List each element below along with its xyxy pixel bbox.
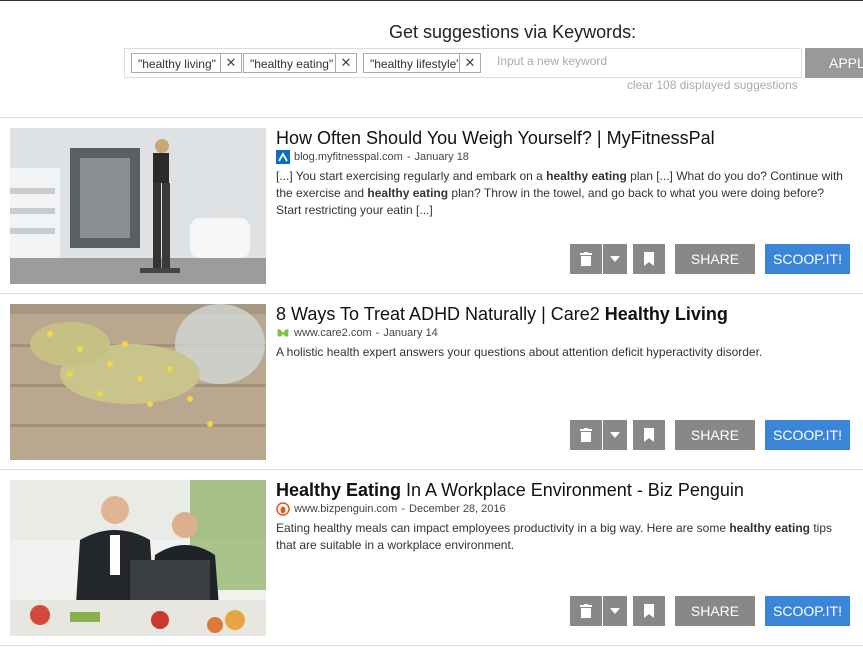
new-keyword-input[interactable]: Input a new keyword	[497, 54, 607, 68]
source-domain[interactable]: www.care2.com	[294, 327, 372, 339]
source-domain[interactable]: www.bizpenguin.com	[294, 503, 397, 515]
more-options-button[interactable]	[603, 244, 627, 274]
top-border	[0, 0, 863, 1]
suggestion-card: 8 Ways To Treat ADHD Naturally | Care2 H…	[0, 294, 863, 470]
suggestion-card: How Often Should You Weigh Yourself? | M…	[0, 118, 863, 294]
delete-button[interactable]	[570, 596, 602, 626]
article-source: blog.myfitnesspal.com - January 18	[276, 150, 469, 164]
article-title[interactable]: How Often Should You Weigh Yourself? | M…	[276, 128, 715, 149]
chevron-down-icon	[610, 608, 620, 614]
article-date: December 28, 2016	[409, 503, 506, 515]
snippet-text: Eating healthy meals can impact employee…	[276, 521, 730, 535]
bookmark-button[interactable]	[633, 244, 665, 274]
suggestion-card: Healthy Eating In A Workplace Environmen…	[0, 470, 863, 646]
snippet-text: A holistic health expert answers your qu…	[276, 345, 763, 359]
article-snippet: A holistic health expert answers your qu…	[276, 344, 852, 361]
remove-tag-icon[interactable]: ✕	[335, 54, 356, 72]
apply-button[interactable]: APPLY	[805, 48, 863, 78]
article-title[interactable]: 8 Ways To Treat ADHD Naturally | Care2 H…	[276, 304, 728, 325]
bookmark-icon	[644, 604, 654, 618]
separator: -	[401, 503, 406, 515]
keywords-title: Get suggestions via Keywords:	[389, 22, 637, 42]
title-text: 8 Ways To Treat ADHD Naturally | Care2	[276, 304, 605, 324]
article-thumbnail[interactable]	[10, 304, 266, 460]
chevron-down-icon	[610, 256, 620, 262]
bookmark-button[interactable]	[633, 596, 665, 626]
clear-suggestions-link[interactable]: clear 108 displayed suggestions	[627, 78, 798, 92]
scoop-it-button[interactable]: SCOOP.IT!	[765, 244, 850, 274]
article-snippet: Eating healthy meals can impact employee…	[276, 520, 852, 554]
delete-button[interactable]	[570, 420, 602, 450]
delete-button[interactable]	[570, 244, 602, 274]
bookmark-button[interactable]	[633, 420, 665, 450]
scoop-it-button[interactable]: SCOOP.IT!	[765, 420, 850, 450]
article-thumbnail[interactable]	[10, 128, 266, 284]
separator: -	[375, 327, 380, 339]
separator: -	[406, 151, 411, 163]
more-options-button[interactable]	[603, 596, 627, 626]
more-options-button[interactable]	[603, 420, 627, 450]
remove-tag-icon[interactable]: ✕	[459, 54, 480, 72]
snippet-highlight: healthy eating	[546, 169, 627, 183]
chevron-down-icon	[610, 432, 620, 438]
trash-icon	[580, 428, 592, 442]
article-title[interactable]: Healthy Eating In A Workplace Environmen…	[276, 480, 744, 501]
myfitnesspal-icon	[276, 150, 290, 164]
article-source: www.care2.com - January 14	[276, 326, 438, 340]
article-date: January 18	[414, 151, 469, 163]
trash-icon	[580, 252, 592, 266]
title-text: In A Workplace Environment - Biz Penguin	[401, 480, 744, 500]
article-snippet: [...] You start exercising regularly and…	[276, 168, 852, 219]
bookmark-icon	[644, 252, 654, 266]
title-text: How Often Should You Weigh Yourself? | M…	[276, 128, 715, 148]
keyword-tag-label: "healthy eating"	[250, 57, 334, 71]
bizpenguin-icon	[276, 502, 290, 516]
care2-butterfly-icon	[276, 326, 290, 340]
scoop-it-button[interactable]: SCOOP.IT!	[765, 596, 850, 626]
keyword-tag: "healthy eating" ✕	[243, 53, 357, 73]
share-button[interactable]: SHARE	[675, 244, 755, 274]
keyword-tag: "healthy living" ✕	[131, 53, 242, 73]
source-domain[interactable]: blog.myfitnesspal.com	[294, 151, 403, 163]
keyword-input-box[interactable]: "healthy living" ✕ "healthy eating" ✕ "h…	[124, 48, 802, 78]
share-button[interactable]: SHARE	[675, 420, 755, 450]
bookmark-icon	[644, 428, 654, 442]
title-highlight: Healthy Eating	[276, 480, 402, 500]
divider	[0, 645, 863, 646]
keyword-tag-label: "healthy living"	[138, 57, 216, 71]
title-highlight: Healthy Living	[604, 304, 728, 324]
article-date: January 14	[383, 327, 438, 339]
share-button[interactable]: SHARE	[675, 596, 755, 626]
remove-tag-icon[interactable]: ✕	[220, 54, 241, 72]
article-source: www.bizpenguin.com - December 28, 2016	[276, 502, 506, 516]
snippet-highlight: healthy eating	[729, 521, 811, 535]
snippet-highlight: healthy eating	[367, 186, 449, 200]
keyword-tag-label: "healthy lifestyle"	[370, 57, 461, 71]
snippet-text: [...] You start exercising regularly and…	[276, 169, 547, 183]
article-thumbnail[interactable]	[10, 480, 266, 636]
keyword-tag: "healthy lifestyle" ✕	[363, 53, 481, 73]
trash-icon	[580, 604, 592, 618]
